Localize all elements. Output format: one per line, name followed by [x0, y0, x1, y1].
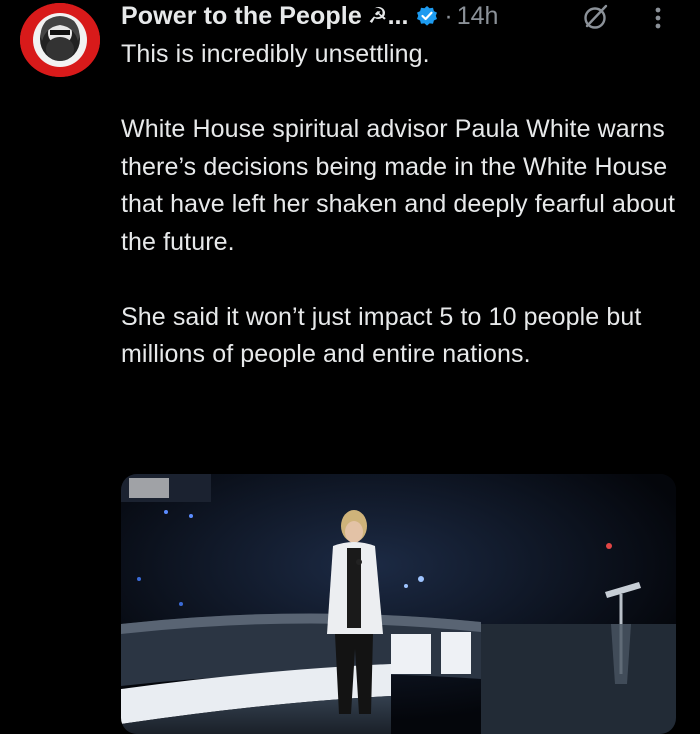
avatar-image [20, 3, 100, 77]
tweet-paragraph-1: This is incredibly unsettling. [121, 40, 430, 68]
verified-badge-icon [416, 5, 438, 27]
hammer-sickle-emoji: ☭ [367, 3, 388, 28]
profile-avatar[interactable] [20, 3, 100, 77]
more-options-icon[interactable] [648, 4, 668, 32]
tweet-paragraph-3: She said it won’t just impact 5 to 10 pe… [121, 302, 642, 369]
name-truncation: ... [387, 1, 409, 30]
tweet-text: This is incredibly unsettling. White Hou… [121, 36, 681, 411]
display-name[interactable]: Power to the People [121, 2, 362, 31]
grok-icon[interactable] [581, 2, 611, 32]
timestamp[interactable]: 14h [457, 2, 499, 31]
video-thumbnail[interactable] [121, 474, 676, 734]
tweet-header: Power to the People ☭ ... · 14h [121, 0, 498, 32]
tweet-card[interactable]: Power to the People ☭ ... · 14h This is … [0, 0, 700, 734]
tweet-paragraph-2: White House spiritual advisor Paula Whit… [121, 115, 675, 256]
separator-dot: · [444, 1, 453, 30]
